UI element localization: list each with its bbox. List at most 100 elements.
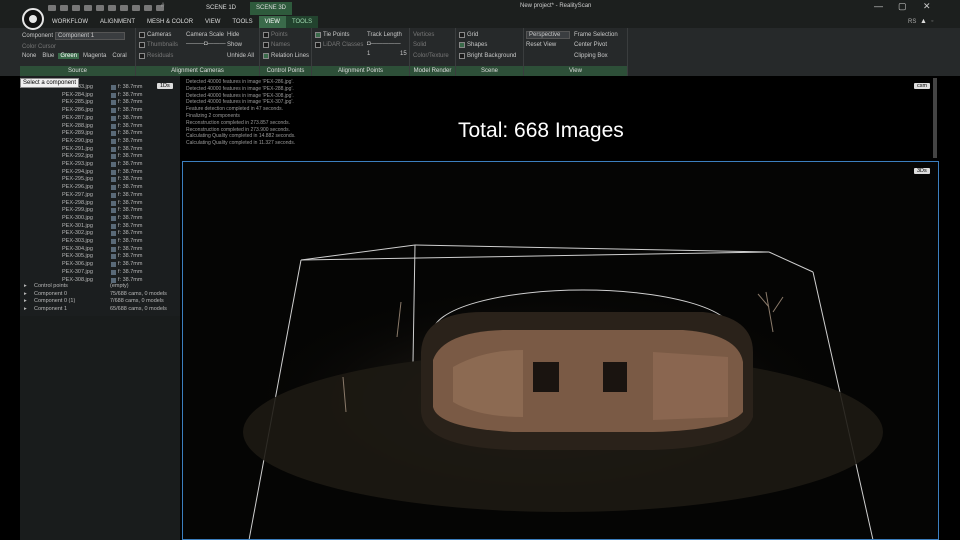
- focal-length: f: 38.7mm: [118, 222, 143, 229]
- table-row[interactable]: PEX-284.jpg f: 38.7mm: [20, 92, 180, 100]
- expand-icon[interactable]: ▸: [24, 283, 27, 289]
- log-scrollbar[interactable]: [933, 78, 937, 158]
- table-row[interactable]: PEX-298.jpg f: 38.7mm: [20, 200, 180, 208]
- table-row[interactable]: PEX-293.jpg f: 38.7mm: [20, 161, 180, 169]
- frame-selection-button[interactable]: Frame Selection: [574, 32, 618, 38]
- table-row[interactable]: PEX-286.jpg f: 38.7mm: [20, 107, 180, 115]
- view-csm-badge[interactable]: csm: [914, 83, 931, 89]
- view-1ds-badge[interactable]: 1Ds: [157, 83, 173, 89]
- shapes-checkbox[interactable]: [459, 42, 465, 48]
- layout-icon[interactable]: [120, 5, 128, 11]
- open-icon[interactable]: [60, 5, 68, 11]
- layout-icon[interactable]: [132, 5, 140, 11]
- 3d-viewport[interactable]: 3Ds: [182, 161, 939, 540]
- component-row[interactable]: ▸ Component 0 (1) 7/688 cams, 0 models: [20, 298, 180, 306]
- table-row[interactable]: PEX-303.jpg f: 38.7mm: [20, 238, 180, 246]
- table-row[interactable]: PEX-290.jpg f: 38.7mm: [20, 138, 180, 146]
- log-line: Reconstruction completed in 273.857 seco…: [186, 119, 290, 126]
- hide-button[interactable]: Hide: [227, 32, 239, 38]
- new-icon[interactable]: [48, 5, 56, 11]
- grid-checkbox[interactable]: [459, 32, 465, 38]
- table-row[interactable]: PEX-307.jpg f: 38.7mm: [20, 269, 180, 277]
- table-row[interactable]: PEX-296.jpg f: 38.7mm: [20, 184, 180, 192]
- table-row[interactable]: PEX-304.jpg f: 38.7mm: [20, 246, 180, 254]
- menu-view-active[interactable]: VIEW: [258, 16, 286, 28]
- vertices-button[interactable]: Vertices: [413, 32, 434, 38]
- table-row[interactable]: PEX-294.jpg f: 38.7mm: [20, 169, 180, 177]
- component-select[interactable]: Component 1: [55, 32, 126, 40]
- solid-button[interactable]: Solid: [413, 42, 426, 48]
- table-row[interactable]: PEX-291.jpg f: 38.7mm: [20, 146, 180, 154]
- tie-points-checkbox[interactable]: [315, 32, 321, 38]
- image-name: PEX-287.jpg: [62, 114, 93, 121]
- cameras-checkbox[interactable]: [139, 32, 145, 38]
- lidar-classes-checkbox[interactable]: [315, 42, 321, 48]
- table-row[interactable]: PEX-300.jpg f: 38.7mm: [20, 215, 180, 223]
- table-row[interactable]: PEX-302.jpg f: 38.7mm: [20, 230, 180, 238]
- menu-mesh-color[interactable]: MESH & COLOR: [141, 16, 199, 28]
- component-row[interactable]: ▸ Component 1 65/688 cams, 0 models: [20, 306, 180, 314]
- warning-icon[interactable]: ▲: [920, 18, 927, 25]
- view-3ds-badge[interactable]: 3Ds: [914, 168, 930, 174]
- projection-select[interactable]: Perspective: [526, 31, 570, 39]
- names-checkbox[interactable]: [263, 42, 269, 48]
- reset-view-button[interactable]: Reset View: [526, 42, 556, 48]
- bright-background-label: Bright Background: [467, 53, 517, 59]
- camera-scale-slider[interactable]: ―――◘―――: [186, 41, 226, 47]
- color-magenta[interactable]: Magenta: [81, 53, 108, 59]
- track-length-slider[interactable]: ◘―――――: [367, 41, 401, 47]
- color-texture-button[interactable]: Color/Texture: [413, 53, 449, 59]
- color-none[interactable]: None: [20, 53, 38, 59]
- help-icon[interactable]: ◦: [931, 18, 933, 25]
- table-row[interactable]: PEX-305.jpg f: 38.7mm: [20, 253, 180, 261]
- show-button[interactable]: Show: [227, 42, 242, 48]
- relation-lines-checkbox[interactable]: [263, 53, 269, 59]
- layout-icon[interactable]: [108, 5, 116, 11]
- ribbon-label-model-render: Model Render: [410, 66, 455, 76]
- close-button[interactable]: ✕: [923, 1, 931, 12]
- menu-tools-context[interactable]: TOOLS: [285, 16, 319, 28]
- table-row[interactable]: PEX-301.jpg f: 38.7mm: [20, 223, 180, 231]
- points-checkbox[interactable]: [263, 32, 269, 38]
- undo-icon[interactable]: [144, 5, 152, 11]
- image-icon: [111, 192, 116, 198]
- expand-icon[interactable]: ▸: [24, 291, 27, 297]
- clipping-box-button[interactable]: Clipping Box: [574, 53, 608, 59]
- tab-scene-3d[interactable]: SCENE 3D: [250, 2, 293, 15]
- maximize-button[interactable]: ▢: [898, 1, 907, 12]
- bright-background-checkbox[interactable]: [459, 53, 465, 59]
- table-row[interactable]: PEX-299.jpg f: 38.7mm: [20, 207, 180, 215]
- unhide-all-button[interactable]: Unhide All: [227, 53, 254, 59]
- layout-icon[interactable]: [84, 5, 92, 11]
- table-row[interactable]: PEX-297.jpg f: 38.7mm: [20, 192, 180, 200]
- table-row[interactable]: PEX-287.jpg f: 38.7mm: [20, 115, 180, 123]
- color-coral[interactable]: Coral: [110, 53, 128, 59]
- table-row[interactable]: PEX-285.jpg f: 38.7mm: [20, 99, 180, 107]
- image-name: PEX-292.jpg: [62, 153, 93, 160]
- menu-workflow[interactable]: WORKFLOW: [46, 16, 94, 28]
- color-green[interactable]: Green: [58, 53, 80, 59]
- minimize-button[interactable]: —: [874, 1, 883, 11]
- color-blue[interactable]: Blue: [40, 53, 56, 59]
- image-name: PEX-308.jpg: [62, 276, 93, 283]
- table-row[interactable]: PEX-306.jpg f: 38.7mm: [20, 261, 180, 269]
- menu-view[interactable]: VIEW: [199, 16, 226, 28]
- table-row[interactable]: PEX-289.jpg f: 38.7mm: [20, 130, 180, 138]
- menu-alignment[interactable]: ALIGNMENT: [94, 16, 141, 28]
- table-row[interactable]: PEX-295.jpg f: 38.7mm: [20, 176, 180, 184]
- center-pivot-button[interactable]: Center Pivot: [574, 42, 607, 48]
- ribbon-section-scene: Grid Shapes Bright Background Scene: [456, 28, 524, 76]
- expand-icon[interactable]: ▸: [24, 298, 27, 304]
- residuals-checkbox[interactable]: [139, 53, 145, 59]
- layout-icon[interactable]: [96, 5, 104, 11]
- table-row[interactable]: PEX-288.jpg f: 38.7mm: [20, 123, 180, 131]
- expand-icon[interactable]: ▸: [24, 306, 27, 312]
- thumbnails-checkbox[interactable]: [139, 42, 145, 48]
- save-icon[interactable]: [72, 5, 80, 11]
- ribbon-label-view: View: [524, 66, 627, 76]
- menu-tools[interactable]: TOOLS: [226, 16, 258, 28]
- component-row[interactable]: ▸ Component 0 75/688 cams, 0 models: [20, 291, 180, 299]
- component-row[interactable]: ▸ Control points (empty): [20, 283, 180, 291]
- tab-scene-1d[interactable]: SCENE 1D: [200, 2, 242, 15]
- table-row[interactable]: PEX-292.jpg f: 38.7mm: [20, 153, 180, 161]
